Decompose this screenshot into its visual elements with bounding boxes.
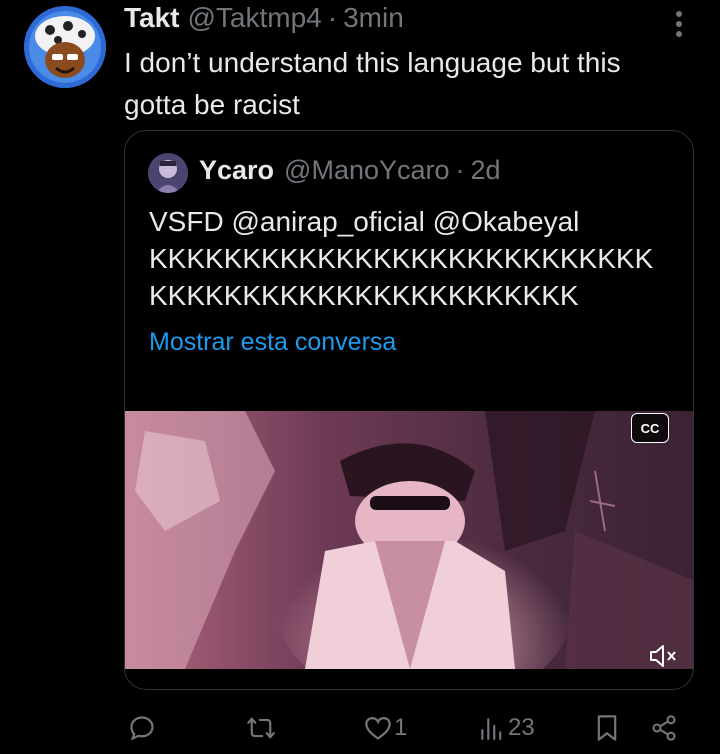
quoted-text-line: VSFD @anirap_oficial @Okabeyal: [149, 206, 580, 237]
captions-icon[interactable]: CC: [631, 413, 669, 443]
like-icon: [364, 715, 392, 741]
quoted-author-name[interactable]: Ycaro: [199, 155, 274, 186]
separator-dot: ·: [327, 2, 338, 33]
quoted-author-avatar[interactable]: [148, 153, 188, 193]
quoted-text-line: KKKKKKKKKKKKKKKKKKKKKKK: [149, 280, 579, 311]
quoted-header: Ycaro @ManoYcaro · 2d: [199, 155, 501, 186]
separator-dot: ·: [455, 155, 465, 185]
author-handle[interactable]: @Taktmp4: [188, 2, 322, 34]
video-frame: [125, 411, 693, 669]
retweet-icon: [246, 714, 276, 742]
views-count: 23: [508, 714, 535, 741]
quoted-text: VSFD @anirap_oficial @Okabeyal KKKKKKKKK…: [149, 203, 689, 314]
share-icon: [650, 714, 678, 742]
tweet-text-line: I don’t understand this language but thi…: [124, 47, 621, 78]
views-icon: [478, 715, 504, 741]
like-button[interactable]: 1: [364, 714, 407, 742]
quoted-author-handle[interactable]: @ManoYcaro: [284, 155, 449, 186]
author-avatar[interactable]: [24, 6, 106, 88]
author-name[interactable]: Takt: [124, 2, 180, 34]
reply-button[interactable]: [128, 714, 156, 742]
mute-icon[interactable]: [641, 639, 685, 669]
quoted-tweet[interactable]: Ycaro @ManoYcaro · 2d VSFD @anirap_ofici…: [124, 130, 694, 690]
action-bar: 1 23: [124, 714, 694, 754]
reply-icon: [128, 714, 156, 742]
tweet-text: I don’t understand this language but thi…: [124, 42, 704, 126]
quoted-time[interactable]: 2d: [471, 155, 501, 186]
bookmark-icon: [594, 714, 620, 742]
bookmark-button[interactable]: [594, 714, 620, 742]
tweet-text-line: gotta be racist: [124, 89, 300, 120]
quoted-text-line: KKKKKKKKKKKKKKKKKKKKKKKKKKK: [149, 243, 654, 274]
tweet-header: Takt @Taktmp4 · 3min: [124, 2, 404, 34]
retweet-button[interactable]: [246, 714, 276, 742]
tweet-time[interactable]: 3min: [343, 2, 404, 34]
show-thread-link[interactable]: Mostrar esta conversa: [149, 328, 396, 357]
views-button[interactable]: 23: [478, 714, 535, 742]
like-count: 1: [394, 714, 408, 741]
share-button[interactable]: [650, 714, 678, 742]
video-player[interactable]: CC: [125, 411, 693, 669]
more-icon[interactable]: [664, 4, 694, 44]
